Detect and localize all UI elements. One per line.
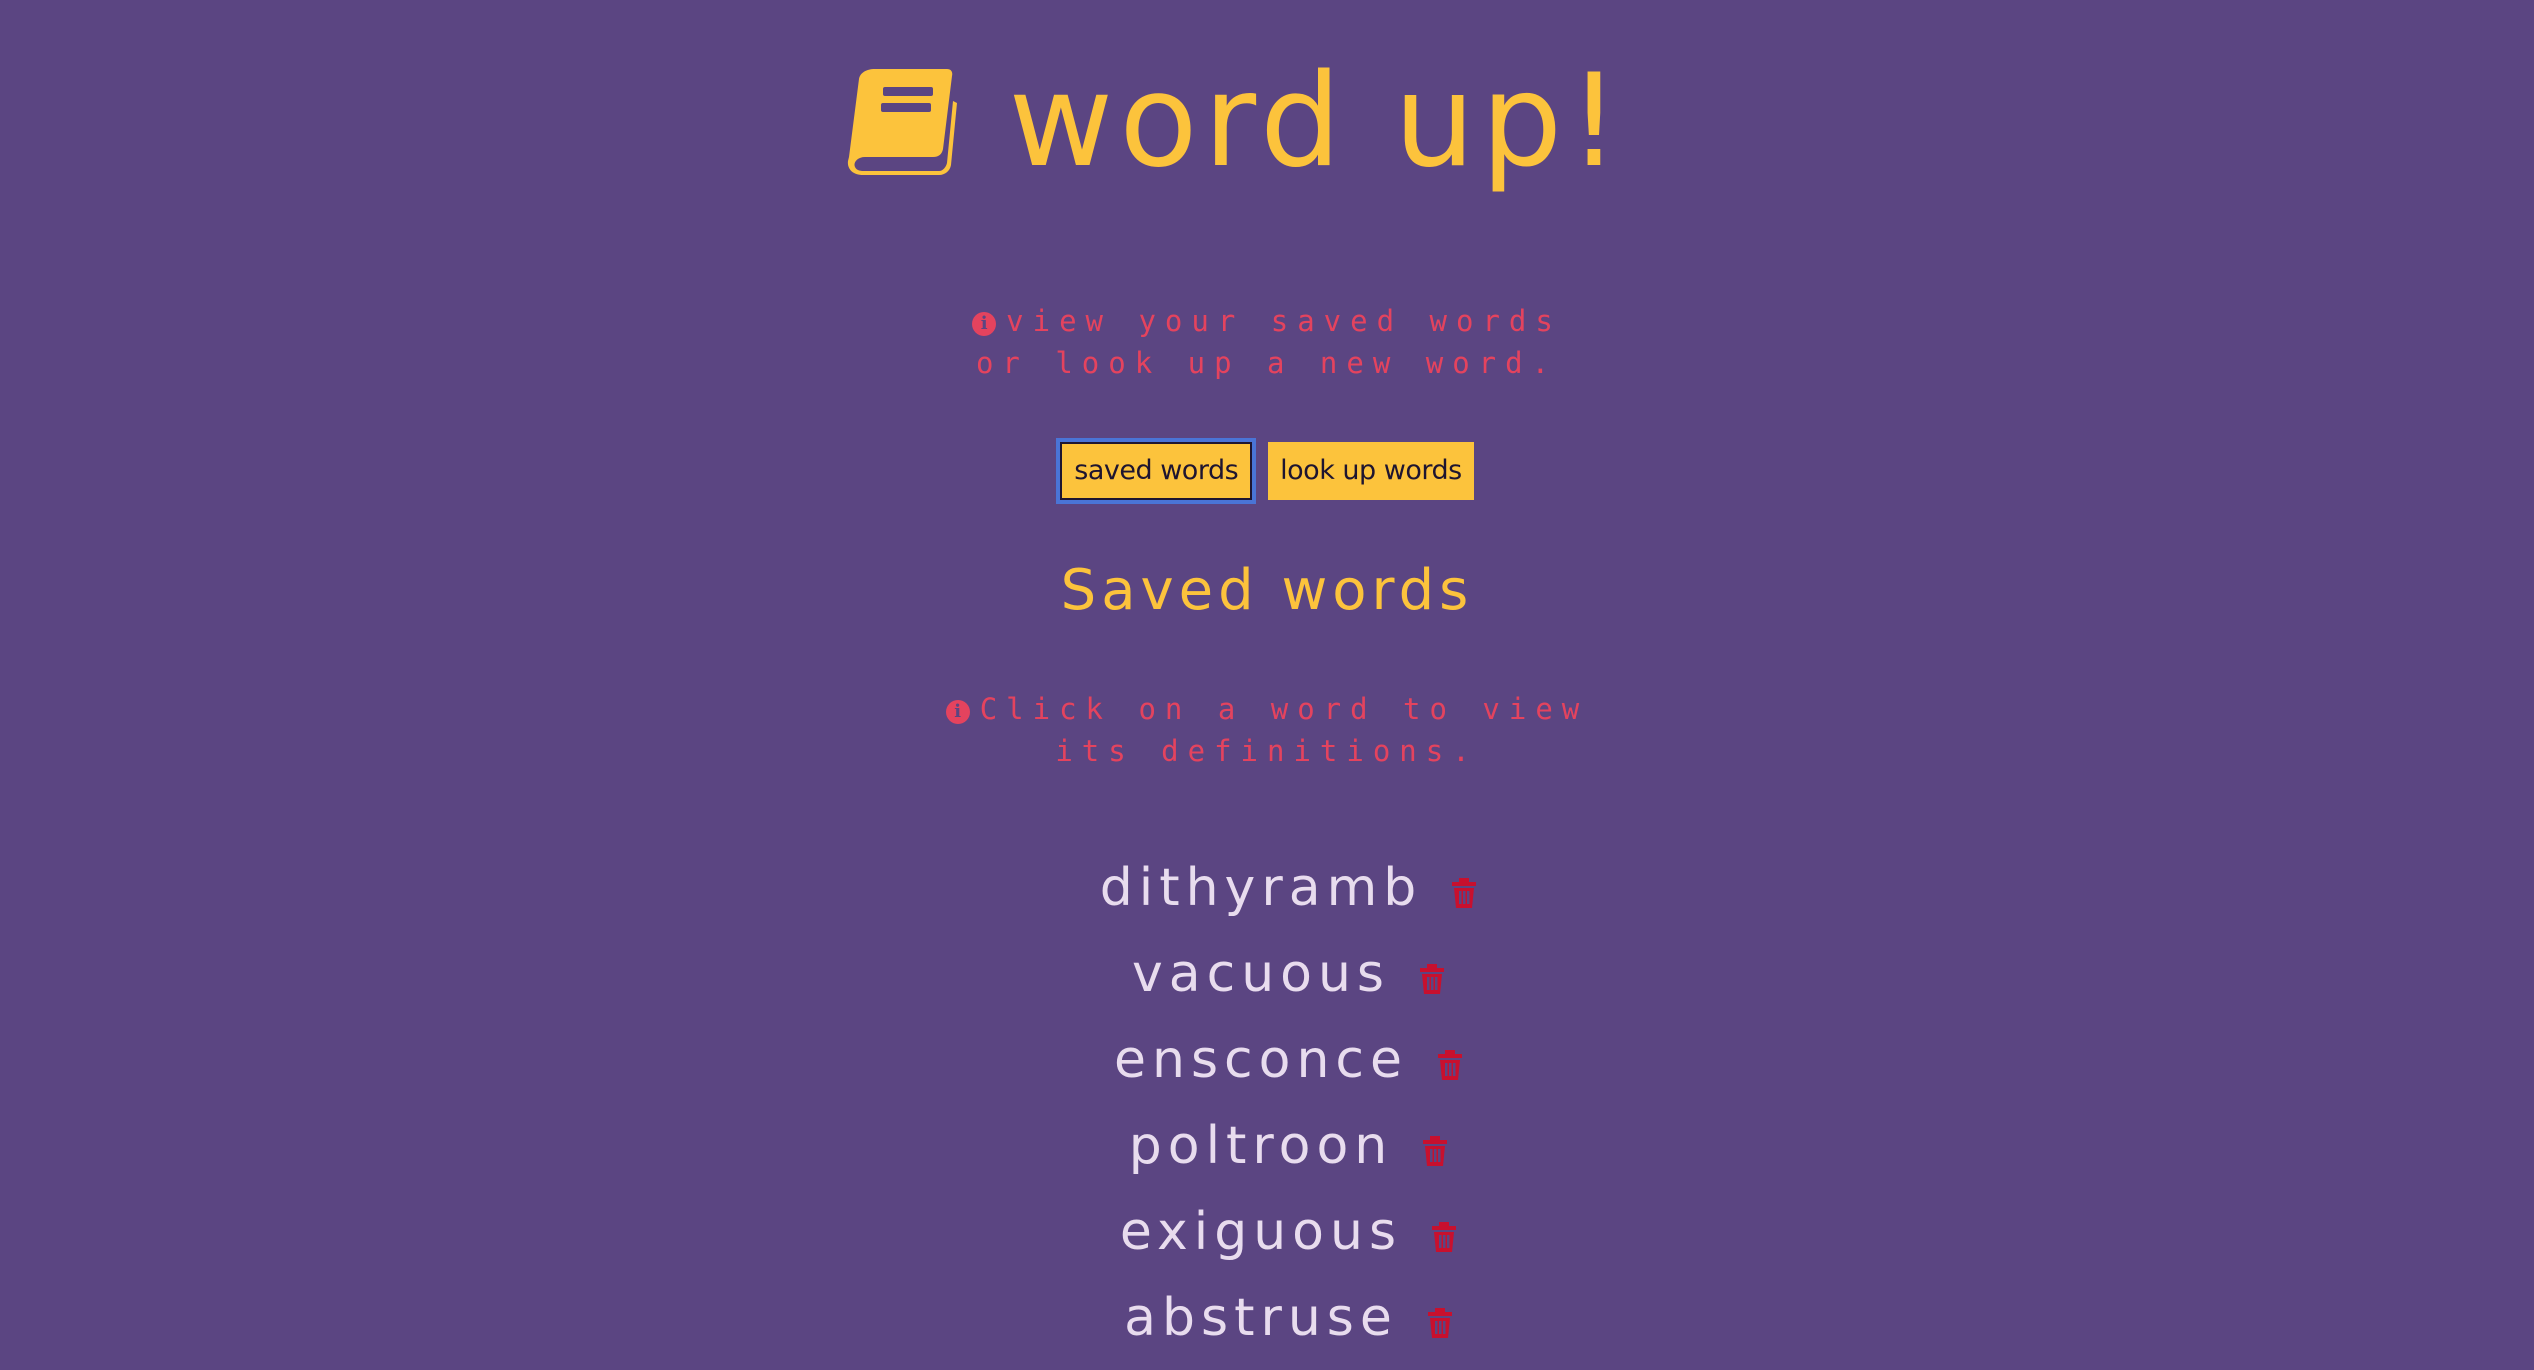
saved-hint-line2: its definitions. [1055, 734, 1479, 768]
trash-icon[interactable] [1420, 964, 1445, 994]
saved-word[interactable]: ensconce [1114, 1030, 1408, 1090]
trash-icon[interactable] [1432, 1222, 1457, 1252]
intro-hint-line2: or look up a new word. [975, 346, 1559, 380]
saved-word[interactable]: abstruse [1124, 1288, 1398, 1348]
saved-word[interactable]: poltroon [1129, 1116, 1393, 1176]
trash-icon[interactable] [1437, 1050, 1462, 1080]
saved-word-item[interactable]: ensconce [0, 1017, 2534, 1103]
info-icon: i [945, 700, 970, 724]
saved-word-item[interactable]: vacuous [0, 931, 2534, 1017]
saved-word[interactable]: dithyramb [1100, 858, 1422, 918]
book-icon [847, 69, 957, 175]
saved-word-item[interactable]: exiguous [0, 1189, 2534, 1275]
trash-icon[interactable] [1452, 878, 1477, 908]
saved-hint: i Click on a word to view its definitions… [0, 688, 2534, 772]
nav-buttons: saved words look up words [0, 438, 2534, 504]
info-icon: i [972, 312, 997, 336]
intro-hint-line1: view your saved words [1006, 304, 1562, 338]
saved-word-list: dithyramb vacuous ensconce poltroon exig… [0, 845, 2534, 1361]
app-header: word up! [0, 58, 2534, 186]
saved-words-title: Saved words [1060, 558, 1474, 623]
app-title: word up! [1008, 47, 1626, 196]
saved-word-item[interactable]: dithyramb [0, 845, 2534, 931]
trash-icon[interactable] [1423, 1136, 1448, 1166]
saved-word-item[interactable]: abstruse [0, 1275, 2534, 1361]
saved-word-item[interactable]: poltroon [0, 1103, 2534, 1189]
saved-words-button[interactable]: saved words [1056, 438, 1257, 504]
saved-word[interactable]: vacuous [1132, 944, 1390, 1004]
look-up-words-button[interactable]: look up words [1268, 442, 1474, 500]
trash-icon[interactable] [1427, 1308, 1452, 1338]
saved-word[interactable]: exiguous [1120, 1202, 1402, 1262]
intro-hint: i view your saved words or look up a new … [0, 300, 2534, 384]
saved-hint-line1: Click on a word to view [979, 692, 1589, 726]
